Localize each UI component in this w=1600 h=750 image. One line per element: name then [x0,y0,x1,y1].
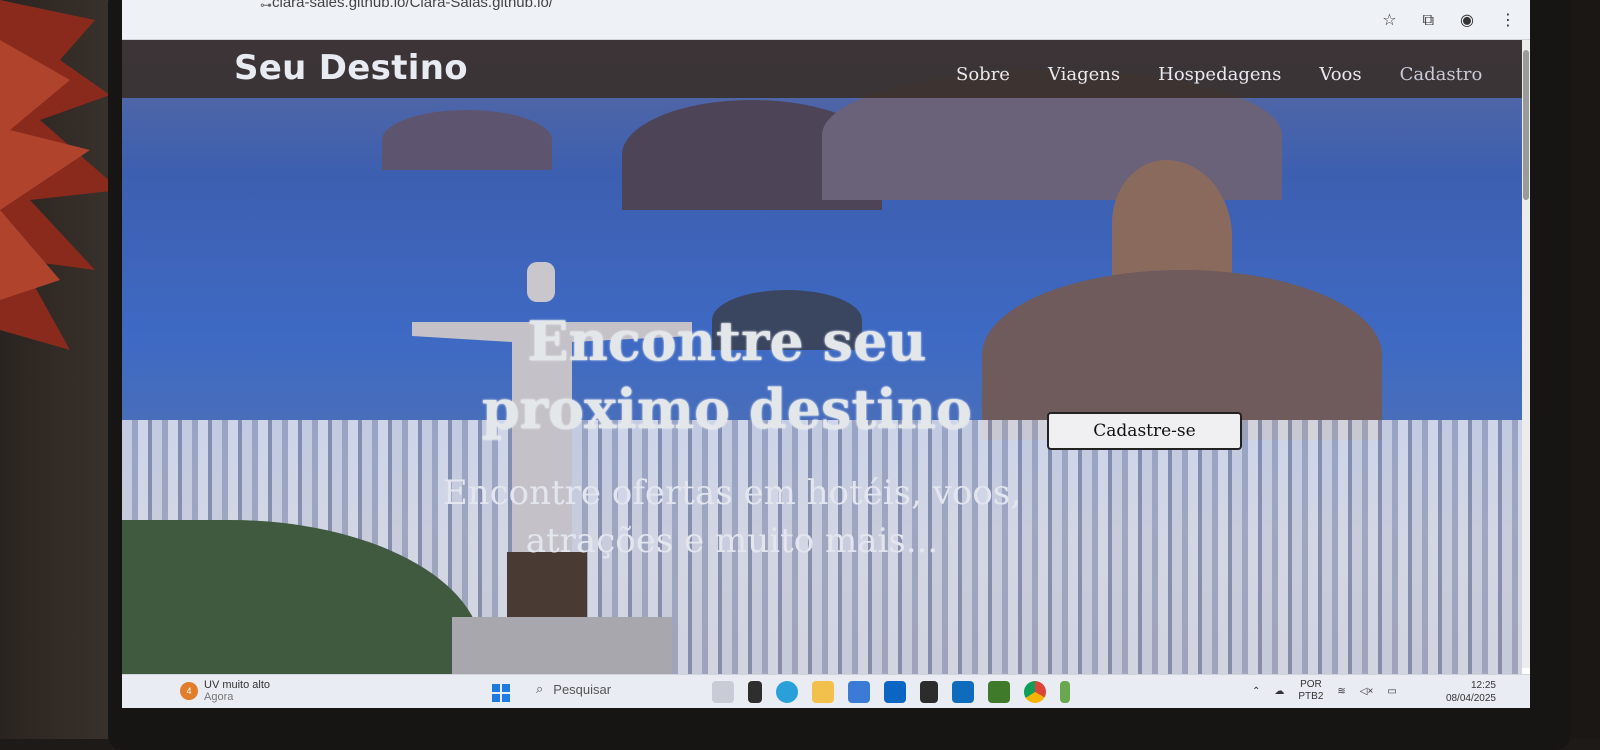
laptop-screen: ⊶ clara-sales.github.io/Clara-Salas.gith… [122,0,1530,708]
address-bar[interactable]: clara-sales.github.io/Clara-Salas.github… [272,0,553,11]
task-view-icon[interactable] [748,681,762,703]
windows-start-icon[interactable] [492,684,510,702]
clock-date: 08/04/2025 [1446,692,1496,705]
decorative-plant [0,0,125,380]
site-navbar: Seu Destino Sobre Viagens Hospedagens Vo… [122,40,1522,98]
hero-title: Encontre seu proximo destino [462,308,992,443]
cloud-icon[interactable]: ☁ [1274,686,1284,697]
app-pin-icon[interactable] [1060,681,1070,703]
clock-time: 12:25 [1446,679,1496,692]
weather-badge: 4 [180,682,198,700]
browser-toolbar: ⊶ clara-sales.github.io/Clara-Salas.gith… [122,0,1530,40]
nav-link-cadastro[interactable]: Cadastro [1400,64,1483,85]
cadastre-se-button[interactable]: Cadastre-se [1047,412,1242,450]
extensions-icon[interactable]: ⧉ [1423,10,1434,30]
outlook-icon[interactable] [952,681,974,703]
wifi-icon[interactable]: ≋ [1337,686,1345,697]
dropbox-icon[interactable] [920,681,938,703]
profile-icon[interactable]: ◉ [1460,10,1474,30]
nav-menu: Sobre Viagens Hospedagens Voos Cadastro [956,64,1482,85]
battery-icon[interactable]: ▭ [1387,686,1396,697]
scrollbar-thumb[interactable] [1523,50,1529,200]
nav-link-hospedagens[interactable]: Hospedagens [1158,64,1281,85]
edge-icon[interactable] [776,681,798,703]
site-info-icon[interactable]: ⊶ [260,0,272,12]
site-logo[interactable]: Seu Destino [234,48,468,88]
search-icon: ⌕ [536,681,543,697]
windows-taskbar: 4 UV muito alto Agora ⌕ Pesquisar ⌃ [122,674,1530,708]
page-scrollbar[interactable] [1522,40,1530,668]
bookmark-star-icon[interactable]: ☆ [1382,10,1396,30]
store-icon[interactable] [848,681,870,703]
chevron-up-icon[interactable]: ⌃ [1252,686,1260,697]
weather-subtext: Agora [204,691,270,703]
nav-link-voos[interactable]: Voos [1319,64,1361,85]
web-page: Seu Destino Sobre Viagens Hospedagens Vo… [122,40,1522,708]
menu-kebab-icon[interactable]: ⋮ [1500,10,1516,30]
language-indicator[interactable]: POR [1298,679,1323,691]
volume-icon[interactable]: ◁× [1360,686,1374,697]
weather-text: UV muito alto [204,679,270,691]
nav-link-viagens[interactable]: Viagens [1048,64,1120,85]
chrome-icon[interactable] [1024,681,1046,703]
taskbar-apps [712,681,1070,703]
hero-subtitle: Encontre ofertas em hotéis, voos, atraçõ… [422,470,1042,565]
widgets-icon[interactable] [712,681,734,703]
weather-widget[interactable]: 4 UV muito alto Agora [180,679,270,703]
linkedin-icon[interactable] [884,681,906,703]
file-explorer-icon[interactable] [812,681,834,703]
search-placeholder: Pesquisar [553,682,611,697]
keyboard-layout[interactable]: PTB2 [1298,691,1323,703]
minecraft-icon[interactable] [988,681,1010,703]
nav-link-sobre[interactable]: Sobre [956,64,1010,85]
taskbar-search[interactable]: ⌕ Pesquisar [536,681,611,697]
taskbar-clock[interactable]: 12:25 08/04/2025 [1446,679,1496,705]
browser-actions: ☆ ⧉ ◉ ⋮ [1382,10,1516,30]
system-tray: ⌃ ☁ POR PTB2 ≋ ◁× ▭ [1252,679,1397,703]
